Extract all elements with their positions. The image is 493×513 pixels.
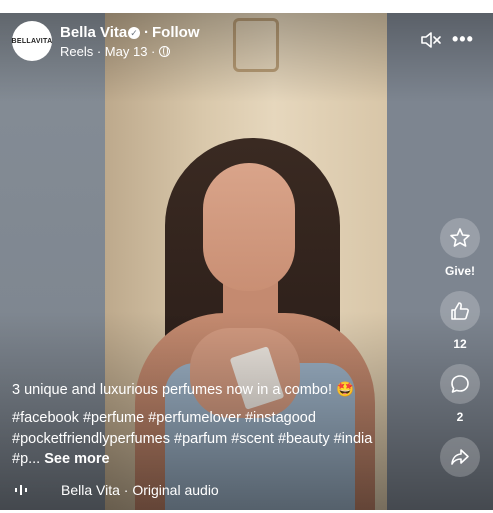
hashtags-line-2[interactable]: #pocketfriendlyperfumes #parfum #scent #… — [12, 431, 372, 447]
share-button[interactable] — [440, 437, 480, 477]
verified-badge-icon: ✓ — [128, 27, 140, 39]
avatar-logo-text: BELLAVITA — [11, 37, 53, 45]
star-gift-icon — [450, 228, 470, 247]
follow-button[interactable]: Follow — [152, 24, 200, 41]
reel-viewer: BELLAVITA Bella Vita ✓ · Follow Reels · … — [0, 13, 493, 510]
share-arrow-icon — [451, 449, 469, 465]
page-name[interactable]: Bella Vita — [60, 24, 127, 41]
post-source-date: Reels · May 13 · — [60, 44, 156, 59]
thumbs-up-icon — [451, 302, 469, 320]
more-dots-icon[interactable]: ••• — [452, 29, 474, 50]
like-button[interactable] — [440, 291, 480, 331]
audio-wave-icon — [15, 485, 27, 495]
original-audio-label[interactable]: Bella Vita · Original audio — [61, 482, 219, 498]
give-label: Give! — [444, 264, 475, 278]
hashtags-line-3: #p... See more — [12, 451, 110, 467]
like-count: 12 — [453, 337, 467, 351]
avatar[interactable]: BELLAVITA — [12, 21, 52, 61]
give-button[interactable] — [440, 218, 480, 258]
post-meta: Reels · May 13 · — [60, 44, 171, 59]
separator-dot: · — [144, 24, 149, 41]
comment-button[interactable] — [440, 364, 480, 404]
hashtags-truncated[interactable]: #p... — [12, 451, 44, 467]
globe-icon — [159, 46, 171, 57]
see-more-button[interactable]: See more — [44, 451, 109, 467]
comment-bubble-icon — [451, 375, 469, 393]
speaker-muted-icon[interactable] — [420, 30, 442, 50]
hashtags-line-1[interactable]: #facebook #perfume #perfumelover #instag… — [12, 410, 316, 426]
comment-count: 2 — [456, 410, 464, 424]
post-caption: 3 unique and luxurious perfumes now in a… — [12, 382, 355, 398]
